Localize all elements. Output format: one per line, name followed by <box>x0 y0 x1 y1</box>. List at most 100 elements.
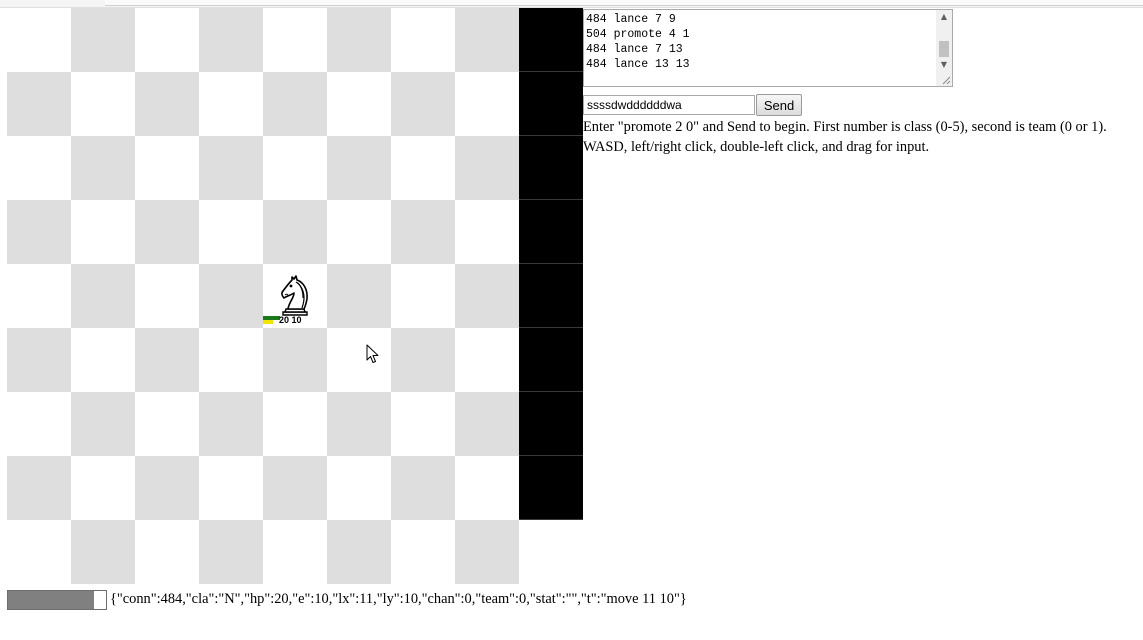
wall-square[interactable] <box>519 72 583 136</box>
board-square[interactable] <box>455 520 519 584</box>
board-square[interactable] <box>7 200 71 264</box>
board-square[interactable] <box>135 264 199 328</box>
board-square[interactable] <box>7 520 71 584</box>
log-scrollbar[interactable]: ▲ ▼ <box>936 10 952 86</box>
status-json-text: {"conn":484,"cla":"N","hp":20,"e":10,"lx… <box>110 591 687 607</box>
wall-square[interactable] <box>519 392 583 456</box>
board-square[interactable] <box>71 264 135 328</box>
board-square[interactable] <box>391 136 455 200</box>
board-square[interactable] <box>391 264 455 328</box>
board-square[interactable] <box>455 8 519 72</box>
board-square[interactable] <box>199 456 263 520</box>
board-square[interactable] <box>263 72 327 136</box>
energy-bar <box>263 320 273 324</box>
piece-energy: 10 <box>291 315 302 325</box>
board-square[interactable] <box>263 456 327 520</box>
piece-stats: 20 10 <box>279 315 302 325</box>
board-square[interactable] <box>7 8 71 72</box>
board-square[interactable] <box>71 8 135 72</box>
wall-square[interactable] <box>519 456 583 520</box>
board-square[interactable] <box>263 520 327 584</box>
browser-top-edge <box>0 0 1143 8</box>
board-square[interactable] <box>199 8 263 72</box>
board-square[interactable] <box>71 392 135 456</box>
log-line: 504 promote 4 1 <box>586 28 690 41</box>
board-square[interactable] <box>135 136 199 200</box>
board-square[interactable] <box>135 456 199 520</box>
board-square[interactable] <box>7 136 71 200</box>
player-piece[interactable]: 20 10 <box>263 272 327 328</box>
board-square[interactable] <box>391 328 455 392</box>
status-progress-bar <box>7 590 107 610</box>
log-line: 484 lance 13 13 <box>586 58 690 71</box>
log-line: 484 lance 7 13 <box>586 43 683 56</box>
board-square[interactable] <box>199 520 263 584</box>
board-square[interactable] <box>135 520 199 584</box>
board-square[interactable] <box>327 8 391 72</box>
board-square[interactable] <box>455 200 519 264</box>
wall-square[interactable] <box>519 200 583 264</box>
board-square[interactable] <box>7 72 71 136</box>
board-square[interactable] <box>455 264 519 328</box>
board-square[interactable] <box>199 136 263 200</box>
send-button[interactable]: Send <box>756 94 802 116</box>
board-square[interactable] <box>199 264 263 328</box>
board-square[interactable] <box>327 328 391 392</box>
board-square[interactable] <box>71 328 135 392</box>
board-square[interactable] <box>71 456 135 520</box>
scrollbar-thumb[interactable] <box>939 41 949 57</box>
board-square[interactable] <box>455 392 519 456</box>
mouse-cursor-icon <box>366 344 379 363</box>
board-square[interactable] <box>327 136 391 200</box>
scroll-down-arrow-icon[interactable]: ▼ <box>936 58 952 72</box>
board-square[interactable] <box>135 392 199 456</box>
scroll-up-arrow-icon[interactable]: ▲ <box>936 10 952 24</box>
knight-icon <box>281 275 308 316</box>
board-square[interactable] <box>135 8 199 72</box>
resize-grip-icon[interactable] <box>942 76 951 85</box>
board-square[interactable] <box>71 136 135 200</box>
board-square[interactable] <box>455 136 519 200</box>
wall-square[interactable] <box>519 264 583 328</box>
board-square[interactable] <box>199 200 263 264</box>
board-square[interactable] <box>391 8 455 72</box>
board-square[interactable] <box>71 72 135 136</box>
board-square[interactable] <box>327 456 391 520</box>
board-square[interactable] <box>455 328 519 392</box>
board-square[interactable] <box>263 136 327 200</box>
board-square[interactable] <box>135 200 199 264</box>
board-square[interactable] <box>327 392 391 456</box>
board-square[interactable] <box>199 392 263 456</box>
board-square[interactable] <box>263 392 327 456</box>
wall-square[interactable] <box>519 136 583 200</box>
wall-square[interactable] <box>519 328 583 392</box>
board-square[interactable] <box>263 200 327 264</box>
board-square[interactable] <box>263 328 327 392</box>
board-square[interactable] <box>199 72 263 136</box>
board-square[interactable] <box>7 328 71 392</box>
board-square[interactable] <box>135 328 199 392</box>
board-square[interactable] <box>455 456 519 520</box>
board-square[interactable] <box>71 200 135 264</box>
board-square[interactable] <box>327 200 391 264</box>
board-square[interactable] <box>391 456 455 520</box>
board-square[interactable] <box>519 520 583 584</box>
board-square[interactable] <box>327 72 391 136</box>
board-square[interactable] <box>327 520 391 584</box>
board-square[interactable] <box>391 520 455 584</box>
board-square[interactable] <box>327 264 391 328</box>
message-log[interactable]: 484 lance 7 9 504 promote 4 1 484 lance … <box>583 9 953 87</box>
wall-square[interactable] <box>519 8 583 72</box>
board-square[interactable] <box>455 72 519 136</box>
command-input[interactable] <box>583 95 755 115</box>
board-square[interactable] <box>7 264 71 328</box>
board-square[interactable] <box>391 200 455 264</box>
board-square[interactable] <box>135 72 199 136</box>
board-square[interactable] <box>391 72 455 136</box>
board-square[interactable] <box>7 456 71 520</box>
board-square[interactable] <box>391 392 455 456</box>
board-square[interactable] <box>263 8 327 72</box>
board-square[interactable] <box>199 328 263 392</box>
board-square[interactable] <box>71 520 135 584</box>
board-square[interactable] <box>7 392 71 456</box>
